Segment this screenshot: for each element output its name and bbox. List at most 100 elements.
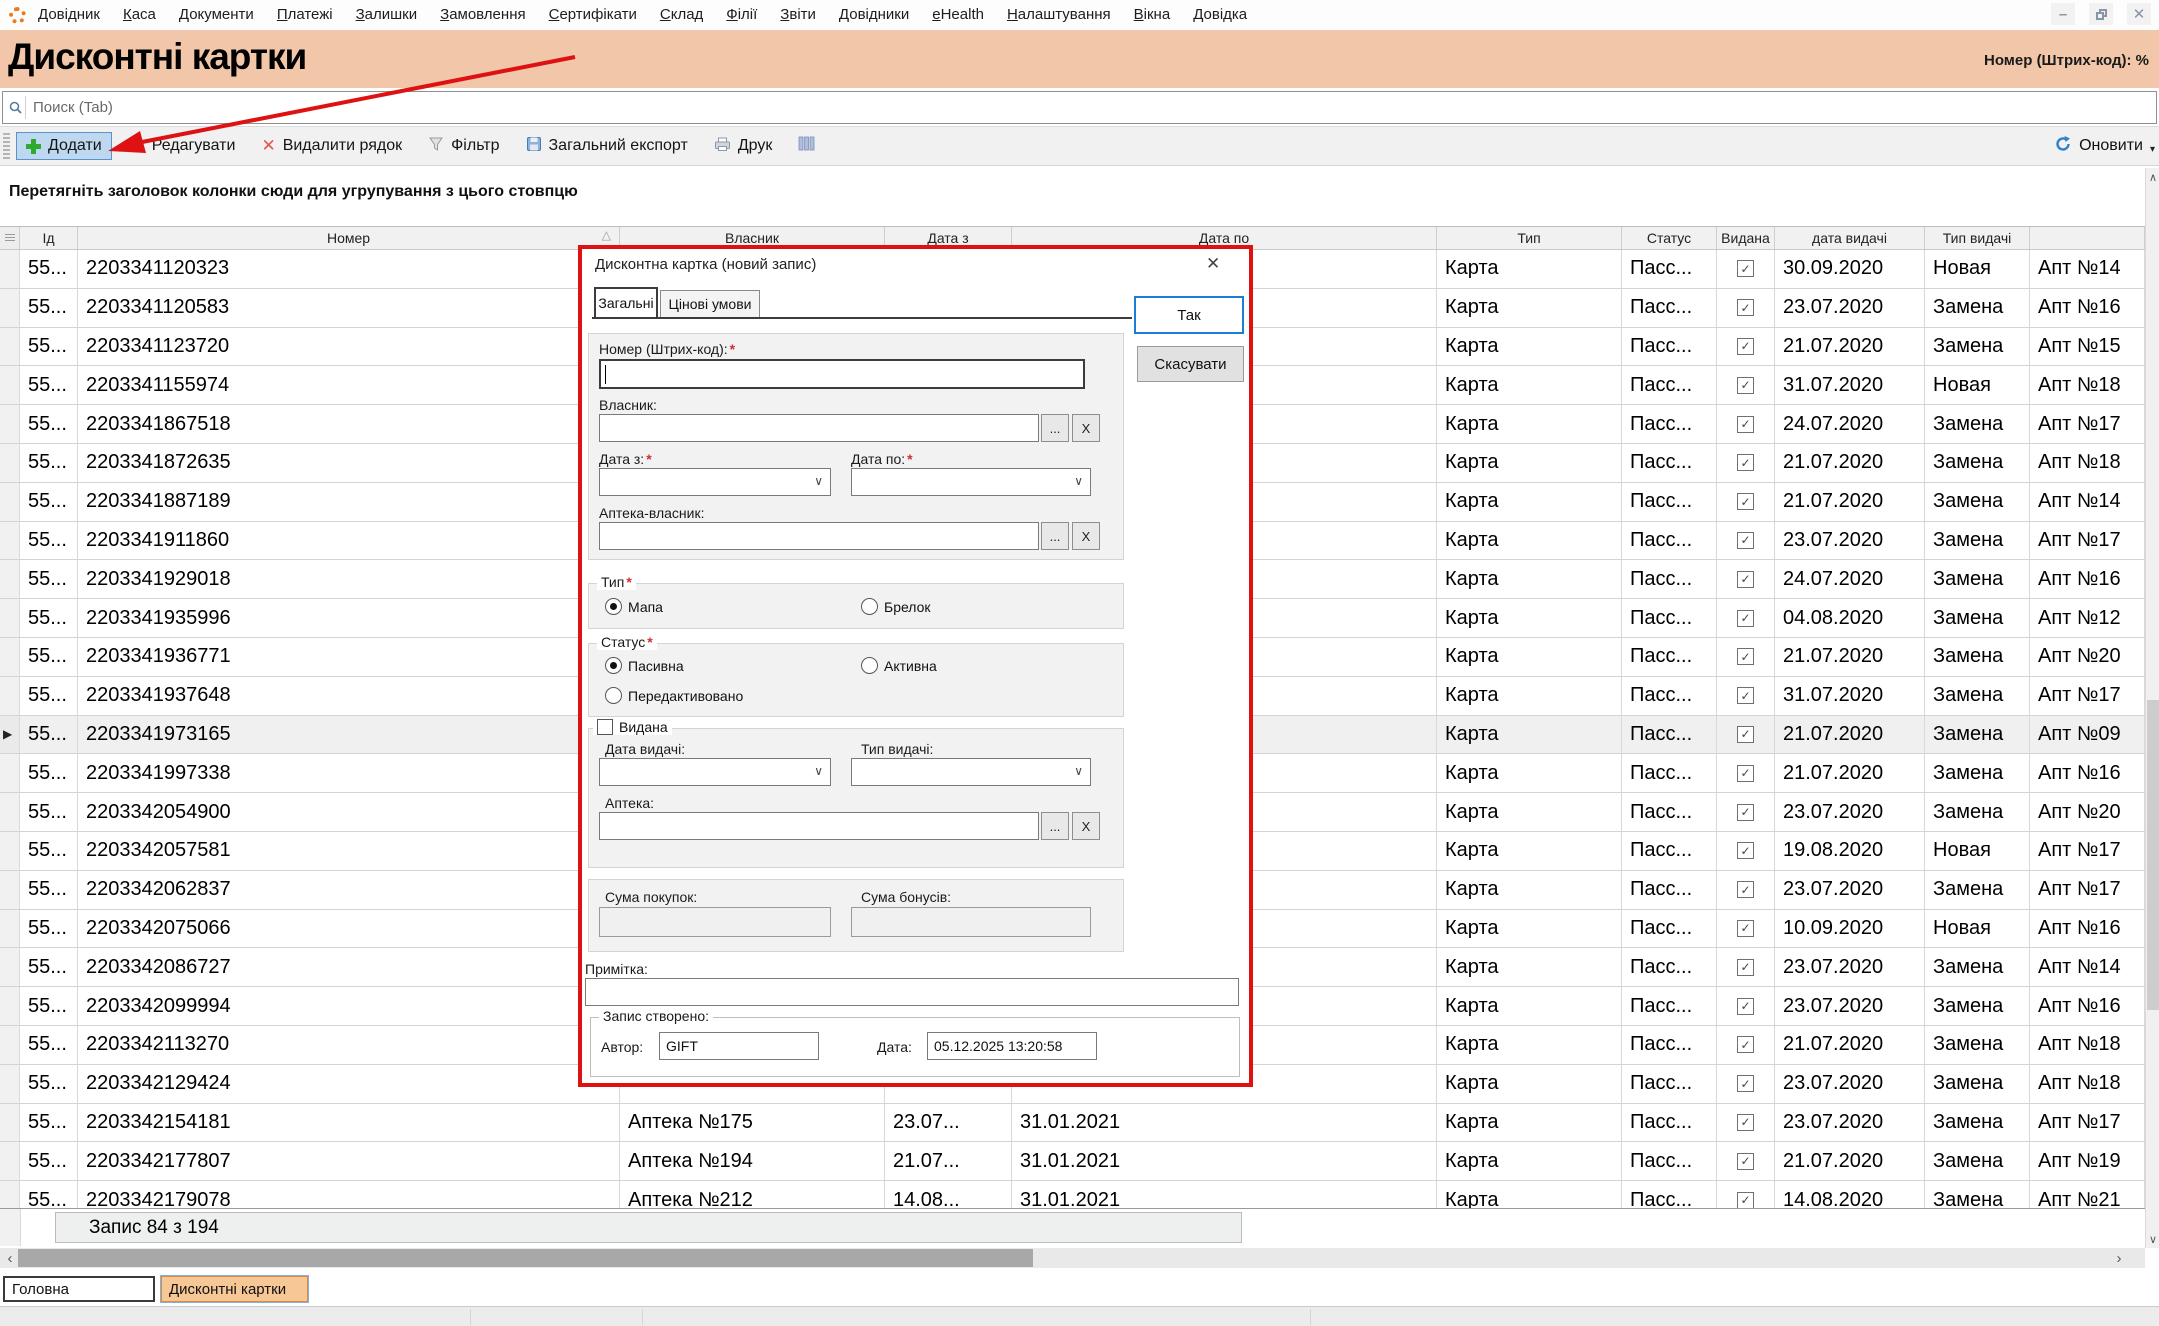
table-cell: Замена xyxy=(1925,948,2030,986)
column-header[interactable]: Ід xyxy=(20,227,78,249)
menu-item[interactable]: Документи xyxy=(179,6,254,23)
radio-pasyvna[interactable]: Пасивна xyxy=(605,657,684,674)
ok-button[interactable]: Так xyxy=(1134,296,1244,334)
menu-item[interactable]: Каса xyxy=(123,6,156,23)
menu-item[interactable]: Довідка xyxy=(1193,6,1247,23)
add-button[interactable]: Додати xyxy=(16,132,112,160)
pharmacy-browse-button[interactable]: ... xyxy=(1041,812,1069,840)
menu-item[interactable]: Довідники xyxy=(839,6,909,23)
menu-item[interactable]: Вікна xyxy=(1134,6,1171,23)
number-input[interactable] xyxy=(599,359,1085,389)
menu-item[interactable]: Сертифікати xyxy=(549,6,637,23)
table-cell: 19.08.2020 xyxy=(1775,832,1925,870)
table-row[interactable]: 55...2203342177807Аптека №19421.07...31.… xyxy=(0,1142,2145,1181)
issue-type-select[interactable] xyxy=(851,758,1091,786)
date-from-select[interactable] xyxy=(599,468,831,496)
pharmacy-owner-browse-button[interactable]: ... xyxy=(1041,522,1069,550)
column-header[interactable] xyxy=(2030,227,2145,249)
table-cell: 55... xyxy=(20,910,78,948)
menu-item[interactable]: Платежі xyxy=(277,6,333,23)
minimize-icon[interactable]: – xyxy=(2051,3,2075,25)
toolbar-overflow-icon[interactable]: ▾ xyxy=(2150,144,2155,155)
tab-holovna[interactable]: Головна xyxy=(3,1276,155,1302)
search-bar[interactable]: Поиск (Tab) xyxy=(2,91,2157,124)
owner-input[interactable] xyxy=(599,414,1039,442)
issued-cell: ✓ xyxy=(1717,948,1775,986)
menu-item[interactable]: Замовлення xyxy=(440,6,525,23)
table-row[interactable]: 55...2203342179078Аптека №21214.08...31.… xyxy=(0,1181,2145,1209)
scroll-down-icon[interactable]: ∨ xyxy=(2146,1230,2159,1248)
table-cell: 55... xyxy=(20,1181,78,1209)
export-button[interactable]: Загальний експорт xyxy=(517,132,697,161)
dialog-tab-zahalni[interactable]: Загальні xyxy=(594,287,658,317)
issued-cell: ✓ xyxy=(1717,871,1775,909)
column-header[interactable]: Видана xyxy=(1717,227,1775,249)
menu-item[interactable]: Філії xyxy=(726,6,757,23)
print-button[interactable]: Друк xyxy=(705,132,782,161)
issued-cell: ✓ xyxy=(1717,1181,1775,1209)
dialog-tab-tsinovi-umovy[interactable]: Цінові умови xyxy=(660,290,760,317)
issue-date-select[interactable] xyxy=(599,758,831,786)
date-to-select[interactable] xyxy=(851,468,1091,496)
radio-brelok[interactable]: Брелок xyxy=(861,598,931,615)
table-cell: Апт №16 xyxy=(2030,560,2145,598)
column-header[interactable]: Тип xyxy=(1437,227,1622,249)
column-header[interactable]: Тип видачі xyxy=(1925,227,2030,249)
refresh-button[interactable]: Оновити xyxy=(2054,127,2143,165)
table-cell: Апт №17 xyxy=(2030,832,2145,870)
columns-button[interactable] xyxy=(789,132,824,160)
table-cell: Замена xyxy=(1925,1104,2030,1142)
filter-expression-label: Номер (Штрих-код): % xyxy=(1984,52,2149,69)
type-legend: Тип* xyxy=(597,574,636,590)
checked-checkbox-icon: ✓ xyxy=(1737,842,1754,859)
menu-item[interactable]: Довідник xyxy=(38,6,100,23)
column-header[interactable]: Номер△ xyxy=(78,227,620,249)
horizontal-scrollbar[interactable]: ‹ › xyxy=(0,1248,2145,1268)
scroll-left-icon[interactable]: ‹ xyxy=(2,1248,18,1268)
table-cell: 24.07.2020 xyxy=(1775,405,1925,443)
radio-aktyvna[interactable]: Активна xyxy=(861,657,937,674)
horizontal-scroll-thumb[interactable] xyxy=(18,1249,1033,1267)
pharmacy-owner-clear-button[interactable]: X xyxy=(1072,522,1100,550)
radio-mapa[interactable]: Мапа xyxy=(605,598,663,615)
table-cell: 55... xyxy=(20,405,78,443)
pharmacy-input[interactable] xyxy=(599,812,1039,840)
table-cell: Замена xyxy=(1925,638,2030,676)
table-row[interactable]: 55...2203342154181Аптека №17523.07...31.… xyxy=(0,1104,2145,1143)
menu-item[interactable]: Звіти xyxy=(780,6,816,23)
issued-cell: ✓ xyxy=(1717,677,1775,715)
restore-icon[interactable] xyxy=(2089,3,2113,25)
pharmacy-clear-button[interactable]: X xyxy=(1072,812,1100,840)
table-cell: 55... xyxy=(20,793,78,831)
menu-item[interactable]: eHealth xyxy=(932,6,984,23)
menu-item[interactable]: Залишки xyxy=(356,6,418,23)
pharmacy-owner-input[interactable] xyxy=(599,522,1039,550)
delete-row-button[interactable]: ✕ Видалити рядок xyxy=(252,132,411,160)
issued-checkbox[interactable]: Видана xyxy=(593,719,672,735)
filter-button[interactable]: Фільтр xyxy=(419,132,508,161)
pencil-icon xyxy=(129,136,145,157)
column-header[interactable]: Статус xyxy=(1622,227,1717,249)
column-header[interactable]: дата видачі xyxy=(1775,227,1925,249)
edit-button[interactable]: Редагувати xyxy=(120,132,245,161)
dialog-close-icon[interactable]: ✕ xyxy=(1206,254,1220,274)
owner-browse-button[interactable]: ... xyxy=(1041,414,1069,442)
table-cell: 2203341997338 xyxy=(78,754,620,792)
owner-clear-button[interactable]: X xyxy=(1072,414,1100,442)
table-cell: 2203341911860 xyxy=(78,522,620,560)
scroll-up-icon[interactable]: ∧ xyxy=(2146,168,2159,186)
vertical-scrollbar[interactable]: ∧ ∨ xyxy=(2145,168,2159,1248)
radio-peredaktyvovano[interactable]: Передактивовано xyxy=(605,687,743,704)
cancel-button[interactable]: Скасувати xyxy=(1137,346,1244,382)
table-cell: Карта xyxy=(1437,832,1622,870)
vertical-scroll-thumb[interactable] xyxy=(2147,700,2159,1010)
tab-dyskontni-kartky[interactable]: Дисконтні картки xyxy=(161,1276,308,1302)
scroll-right-icon[interactable]: › xyxy=(2111,1248,2127,1268)
menu-item[interactable]: Налаштування xyxy=(1007,6,1111,23)
table-cell: Замена xyxy=(1925,444,2030,482)
note-input[interactable] xyxy=(585,978,1239,1006)
main-fields-group: Номер (Штрих-код):* Власник: ... X Дата … xyxy=(588,333,1124,560)
close-icon[interactable]: ✕ xyxy=(2127,3,2151,25)
menu-item[interactable]: Склад xyxy=(660,6,703,23)
table-cell: 21.07.2020 xyxy=(1775,716,1925,754)
